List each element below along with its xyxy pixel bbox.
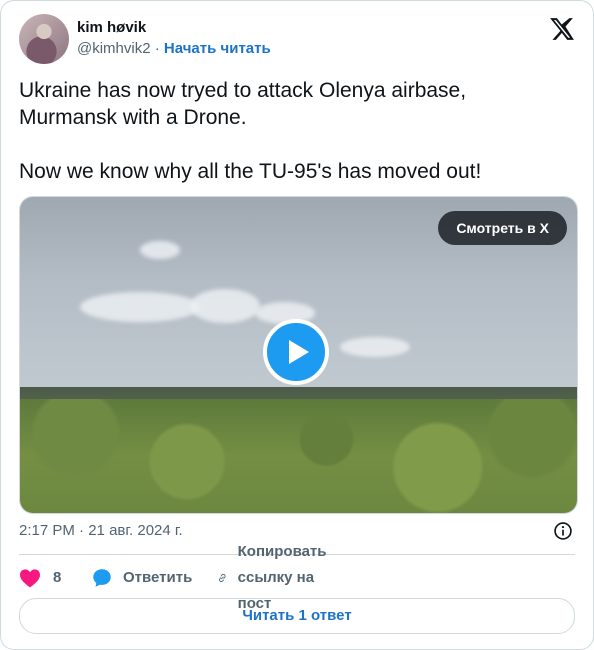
like-count: 8: [53, 569, 62, 586]
tweet-text-line-1: Ukraine has now tryed to attack Olenya a…: [19, 79, 467, 129]
avatar[interactable]: [19, 14, 69, 64]
watch-on-x-button[interactable]: Смотреть в X: [438, 211, 567, 245]
author-info: kim høvik @kimhvik2 · Начать читать: [77, 18, 271, 59]
video-cloud: [340, 337, 410, 357]
author-handle-row: @kimhvik2 · Начать читать: [77, 39, 271, 59]
follow-link[interactable]: Начать читать: [164, 40, 271, 57]
play-icon: [289, 340, 309, 364]
like-button[interactable]: 8: [19, 564, 61, 592]
author-handle[interactable]: @kimhvik2: [77, 40, 151, 57]
x-logo-icon[interactable]: [549, 16, 575, 42]
read-replies-button[interactable]: Читать 1 ответ: [19, 598, 575, 634]
video-cloud: [140, 241, 180, 259]
tweet-embed-card: kim høvik @kimhvik2 · Начать читать Ukra…: [0, 0, 594, 650]
video-cloud: [80, 292, 200, 322]
author-display-name[interactable]: kim høvik: [77, 18, 271, 37]
tweet-date: 21 авг. 2024 г.: [88, 522, 183, 539]
link-icon: [219, 573, 226, 583]
tweet-text: Ukraine has now tryed to attack Olenya a…: [19, 77, 569, 185]
play-button[interactable]: [263, 319, 329, 385]
tweet-timestamp[interactable]: 2:17 PM · 21 авг. 2024 г.: [19, 522, 183, 539]
speech-bubble-icon: [93, 569, 111, 587]
reply-label: Ответить: [123, 569, 193, 586]
heart-icon: [20, 569, 40, 588]
info-icon[interactable]: [553, 521, 573, 541]
timestamp-separator: ·: [79, 522, 85, 539]
tweet-text-line-2: Now we know why all the TU-95's has move…: [19, 160, 482, 183]
copy-link-action[interactable]: Копировать ссылку на пост: [217, 543, 338, 612]
reply-action[interactable]: Ответить: [91, 564, 192, 592]
tweet-header: kim høvik @kimhvik2 · Начать читать: [19, 14, 575, 66]
video-thumbnail[interactable]: Смотреть в X: [19, 196, 578, 514]
video-forest: [20, 399, 577, 513]
tweet-time: 2:17 PM: [19, 522, 75, 539]
video-cloud: [190, 289, 260, 323]
handle-separator: ·: [154, 40, 160, 57]
